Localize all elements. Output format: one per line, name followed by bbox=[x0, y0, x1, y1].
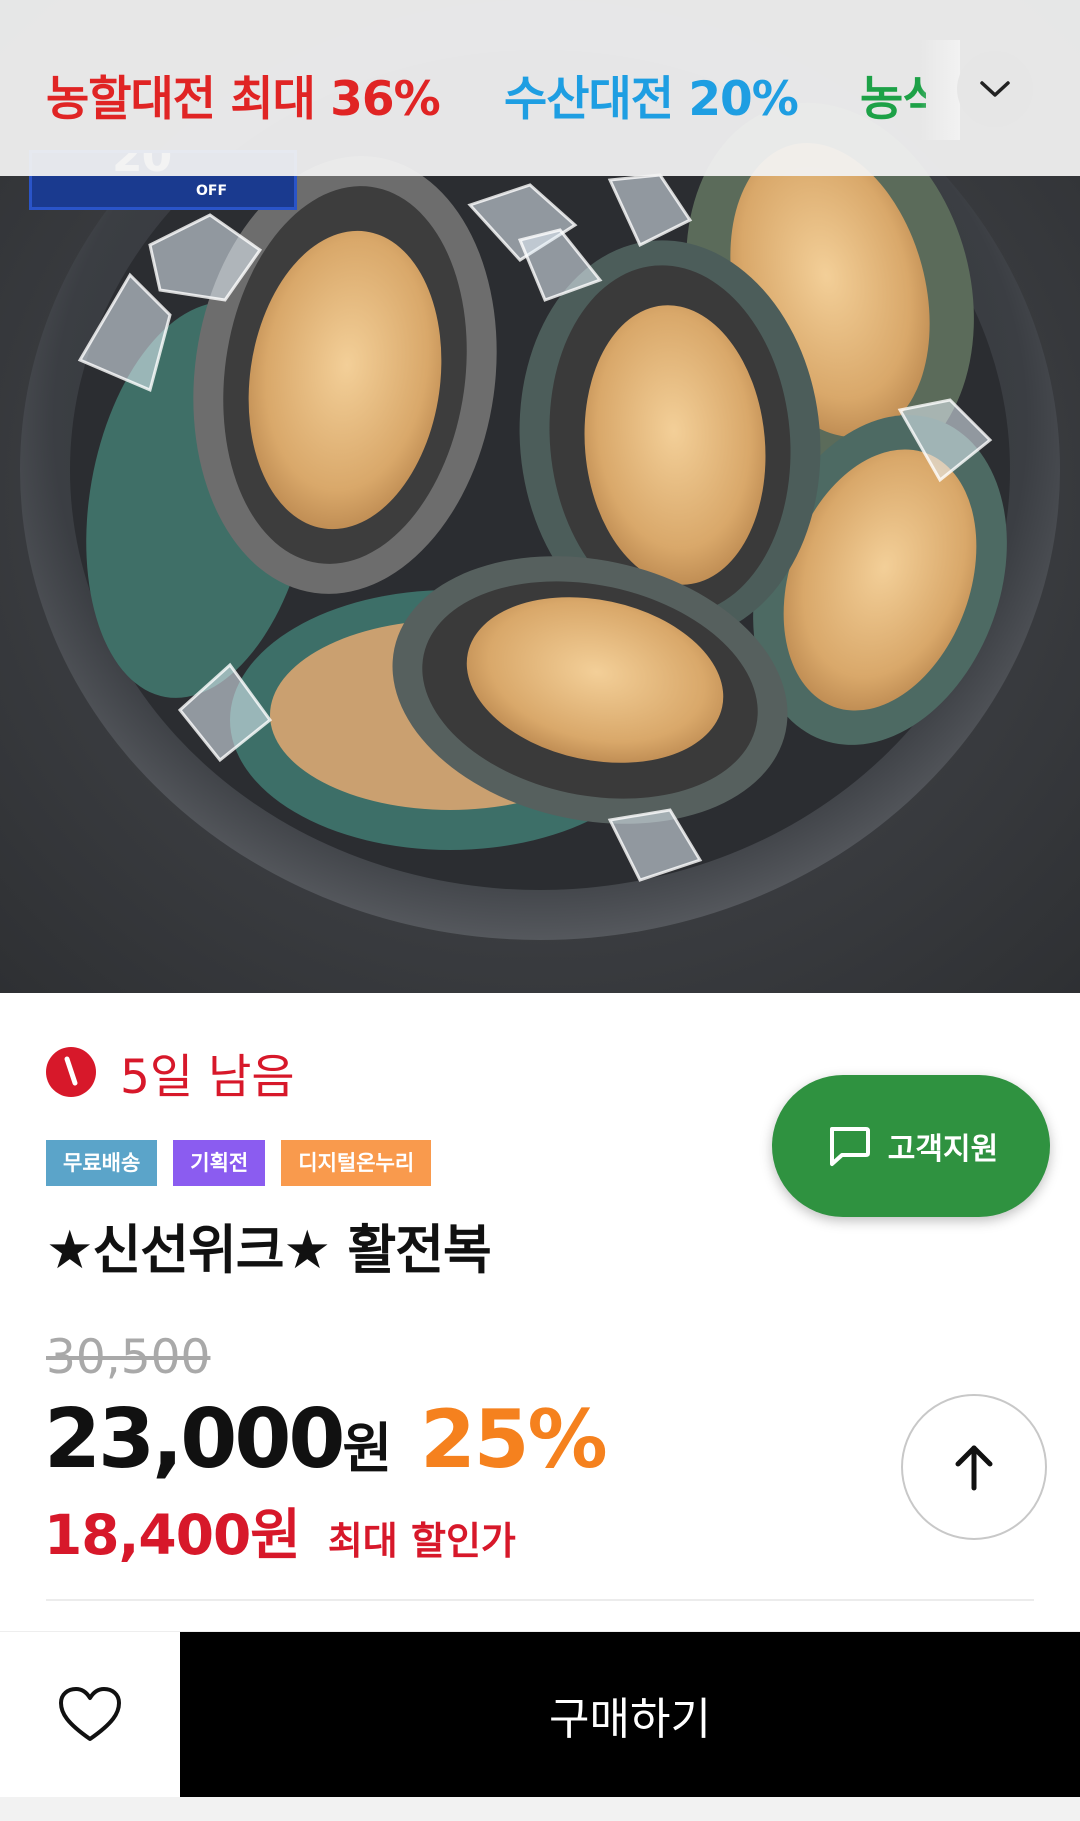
max-discount-label: 최대 할인가 bbox=[327, 1519, 516, 1563]
discount-rate: 25% bbox=[420, 1393, 607, 1486]
category-fade bbox=[920, 40, 960, 140]
price-unit: 원 bbox=[342, 1417, 393, 1480]
price-row: 23,000원 25% bbox=[44, 1392, 608, 1487]
divider bbox=[46, 1599, 1034, 1601]
badge-off-label: OFF bbox=[196, 183, 228, 199]
buy-button[interactable]: 구매하기 bbox=[180, 1632, 1080, 1798]
category-item-nonghal[interactable]: 농할대전 최대 36% bbox=[46, 60, 441, 129]
sale-price: 23,000 bbox=[44, 1392, 345, 1487]
category-expand-button[interactable] bbox=[957, 51, 1033, 127]
category-bar: 농할대전 최대 36% 수산대전 20% 농식 bbox=[0, 0, 1080, 176]
chat-bubble-icon bbox=[829, 1127, 870, 1166]
category-item-nongsik[interactable]: 농식 bbox=[860, 60, 926, 129]
wishlist-button[interactable] bbox=[0, 1632, 180, 1798]
max-discount-price: 18,400원 bbox=[44, 1503, 301, 1567]
category-item-susan[interactable]: 수산대전 20% bbox=[504, 60, 799, 129]
tag-list: 무료배송 기획전 디지털온누리 bbox=[46, 1140, 432, 1186]
bottom-action-bar: 구매하기 bbox=[0, 1631, 1080, 1798]
support-label: 고객지원 bbox=[887, 1132, 999, 1167]
final-price-row: 18,400원 최대 할인가 bbox=[44, 1490, 516, 1570]
tag-digital-onnuri: 디지털온누리 bbox=[281, 1140, 432, 1186]
customer-support-button[interactable]: 고객지원 bbox=[772, 1075, 1050, 1217]
tag-free-shipping: 무료배송 bbox=[46, 1140, 158, 1186]
product-title: ★신선위크★ 활전복 bbox=[46, 1220, 492, 1281]
tag-special-exhibit: 기획전 bbox=[173, 1140, 266, 1186]
scroll-top-button[interactable] bbox=[901, 1394, 1047, 1540]
heart-icon bbox=[59, 1687, 121, 1741]
deadline-row: 5일 남음 bbox=[46, 1042, 295, 1105]
system-bottom-strip bbox=[0, 1797, 1080, 1821]
original-price: 30,500 bbox=[46, 1330, 211, 1385]
arrow-up-icon bbox=[955, 1445, 993, 1491]
timer-icon bbox=[46, 1047, 96, 1097]
chevron-down-icon bbox=[980, 81, 1010, 97]
deadline-text: 5일 남음 bbox=[120, 1049, 295, 1105]
